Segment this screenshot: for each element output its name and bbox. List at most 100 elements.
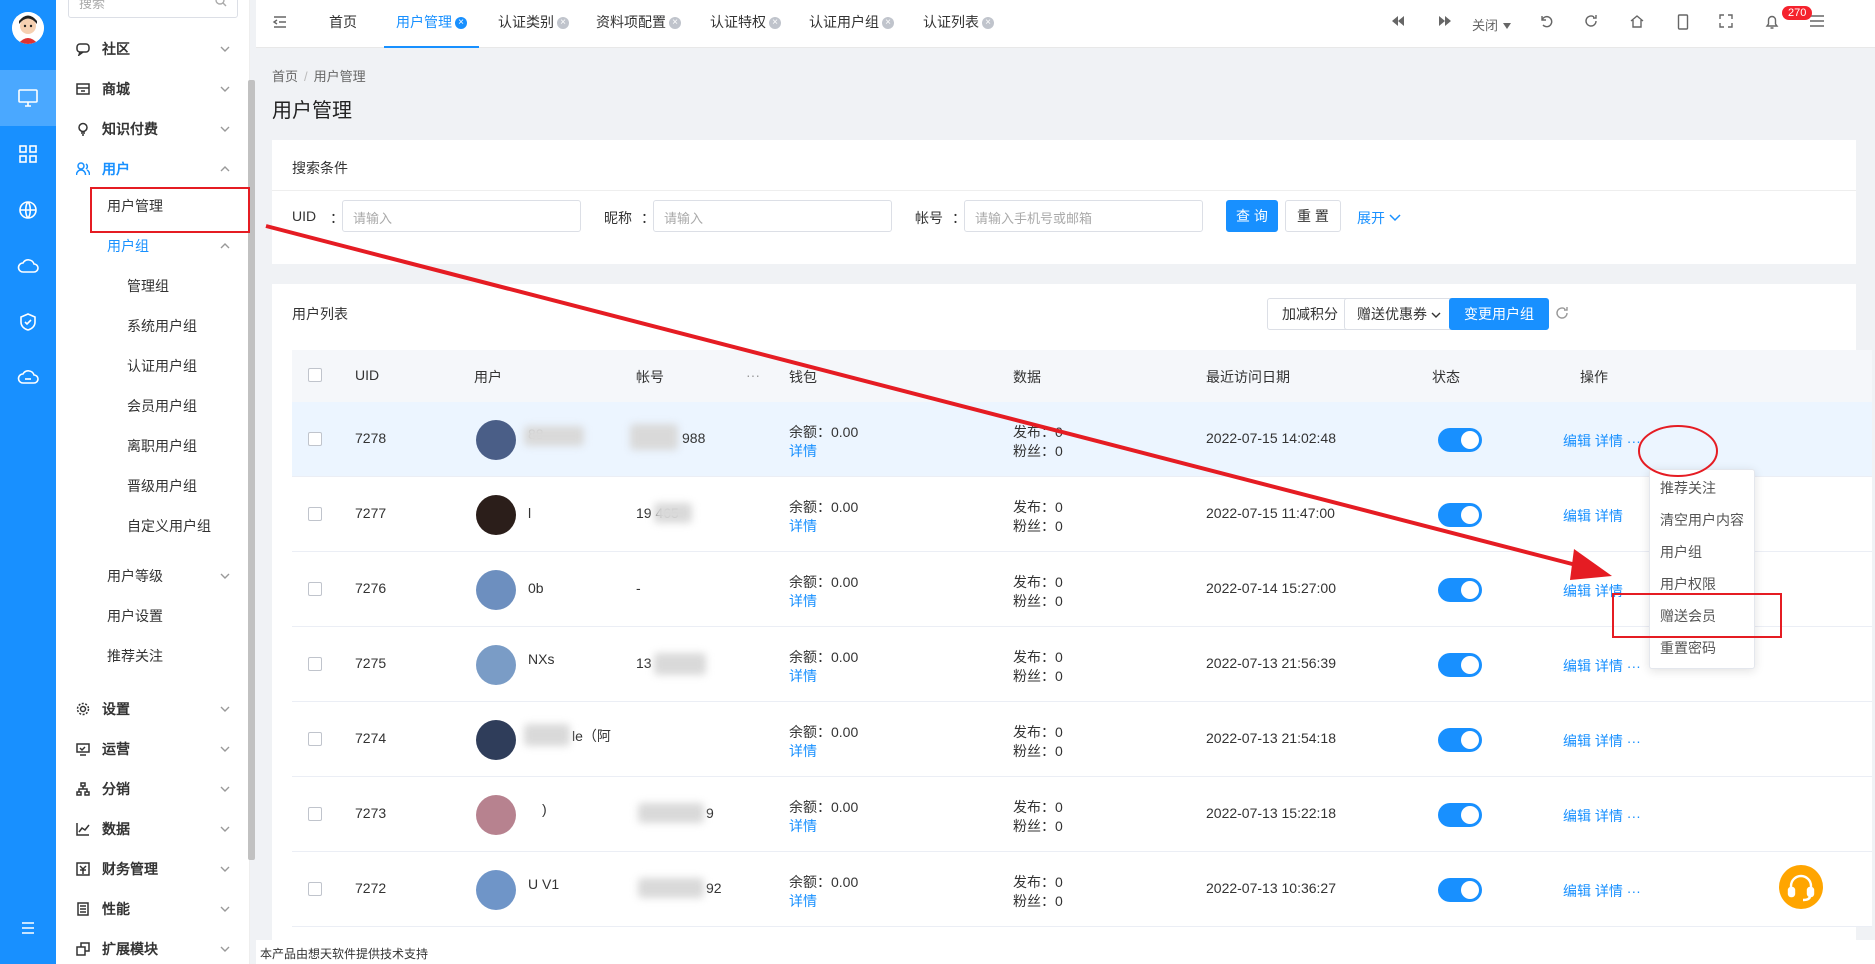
tab-verify-privilege[interactable]: 认证特权 × [710,0,781,48]
close-icon[interactable]: × [455,17,467,30]
column-status[interactable]: 状态 [1432,367,1460,387]
user-avatar[interactable] [476,870,516,910]
refresh-icon[interactable] [1584,14,1598,33]
sidebar-item-custom-group[interactable]: 自定义用户组 [56,508,249,544]
cloud-icon[interactable] [0,238,56,294]
sidebar-item-user-group[interactable]: 用户组 [56,228,249,264]
apps-icon[interactable] [0,126,56,182]
menu-group-user[interactable]: 用户 [56,151,249,187]
menu-group-distribution[interactable]: 分销 [56,771,249,807]
column-last-visit[interactable]: 最近访问日期 [1206,367,1290,387]
user-avatar[interactable] [476,495,516,535]
edit-link[interactable]: 编辑 [1563,733,1591,749]
row-user-name[interactable]: U V1 [528,876,559,892]
table-row[interactable]: 7275 NXs 13 余额：0.00 详情 发布：0 粉丝：0 2022-07… [292,627,1872,702]
column-user[interactable]: 用户 [474,367,502,387]
status-toggle[interactable] [1438,578,1482,602]
home-icon[interactable] [1630,14,1644,33]
query-button[interactable]: 查 询 [1226,200,1278,232]
row-checkbox[interactable] [308,432,322,446]
bell-icon[interactable] [1765,14,1779,35]
tab-verify-category[interactable]: 认证类别 × [498,0,569,48]
tab-verify-user-group[interactable]: 认证用户组 × [809,0,894,48]
details-link[interactable]: 详情 [1595,733,1623,749]
menu-group-shop[interactable]: 商城 [56,71,249,107]
menu-group-community[interactable]: 社区 [56,31,249,67]
expand-link[interactable]: 展开 [1357,208,1401,228]
column-data[interactable]: 数据 [1013,367,1041,387]
status-toggle[interactable] [1438,728,1482,752]
sidebar-item-user-settings[interactable]: 用户设置 [56,598,249,634]
sidebar-item-admin-group[interactable]: 管理组 [56,268,249,304]
close-icon[interactable]: × [669,17,681,30]
shield-icon[interactable] [0,294,56,350]
status-toggle[interactable] [1438,428,1482,452]
user-avatar[interactable] [476,720,516,760]
status-toggle[interactable] [1438,803,1482,827]
close-tabs-dropdown[interactable]: 关闭 [1472,15,1512,34]
status-toggle[interactable] [1438,503,1482,527]
row-wallet-details-link[interactable]: 详情 [789,666,817,686]
table-row[interactable]: 7273 ) 9 余额：0.00 详情 发布：0 粉丝：0 2022-07-13… [292,777,1872,852]
row-wallet-details-link[interactable]: 详情 [789,891,817,911]
sidebar-item-resigned-group[interactable]: 离职用户组 [56,428,249,464]
user-avatar[interactable] [476,795,516,835]
scroll-right-icon[interactable] [1438,14,1452,33]
user-avatar[interactable] [476,570,516,610]
reset-button[interactable]: 重 置 [1285,200,1341,232]
more-actions-button[interactable]: ··· [1627,658,1641,674]
sidebar-item-system-group[interactable]: 系统用户组 [56,308,249,344]
row-checkbox[interactable] [308,507,322,521]
more-actions-button[interactable]: ··· [1627,733,1641,749]
menu-group-operations[interactable]: 运营 [56,731,249,767]
account-input[interactable]: 请输入手机号或邮箱 [964,200,1203,232]
menu-group-settings[interactable]: 设置 [56,691,249,727]
row-user-name[interactable]: ) [542,801,547,817]
menu-group-finance[interactable]: 财务管理 [56,851,249,887]
user-avatar[interactable] [476,645,516,685]
details-link[interactable]: 详情 [1595,508,1623,524]
details-link[interactable]: 详情 [1595,883,1623,899]
table-row[interactable]: 7278 88 988 余额：0.00 详情 发布：0 粉丝：0 2022-07… [292,402,1872,477]
more-menu-icon[interactable] [1809,14,1825,33]
row-user-name[interactable]: 0b [528,580,544,596]
more-actions-button[interactable]: ··· [1627,808,1641,824]
tab-verify-list[interactable]: 认证列表 × [923,0,994,48]
admin-avatar[interactable] [12,12,44,44]
row-wallet-details-link[interactable]: 详情 [789,441,817,461]
user-avatar[interactable] [476,420,516,460]
mobile-icon[interactable] [1677,14,1689,35]
close-icon[interactable]: × [769,17,781,30]
row-checkbox[interactable] [308,807,322,821]
close-icon[interactable]: × [982,17,994,30]
tab-home[interactable]: 首页 [329,0,357,48]
more-actions-button[interactable]: ··· [1627,883,1641,899]
row-wallet-details-link[interactable]: 详情 [789,741,817,761]
tab-user-manage[interactable]: 用户管理 × [384,0,479,48]
menu-group-extension[interactable]: 扩展模块 [56,931,249,964]
row-user-name[interactable]: NXs [528,651,554,667]
sidebar-item-user-level[interactable]: 用户等级 [56,558,249,594]
row-wallet-details-link[interactable]: 详情 [789,816,817,836]
column-uid[interactable]: UID [355,367,379,383]
menu-search-input[interactable]: 搜索 [68,0,238,18]
menu-group-knowledge[interactable]: 知识付费 [56,111,249,147]
desktop-icon[interactable] [0,70,56,126]
row-user-name[interactable]: le（阿 [572,726,611,746]
globe-icon[interactable] [0,182,56,238]
edit-link[interactable]: 编辑 [1563,883,1591,899]
menu-item-user-group[interactable]: 用户组 [1660,542,1702,562]
sidebar-item-member-group[interactable]: 会员用户组 [56,388,249,424]
refresh-icon[interactable] [1555,306,1569,323]
uid-input[interactable]: 请输入 [342,200,581,232]
row-wallet-details-link[interactable]: 详情 [789,516,817,536]
cloud-server-icon[interactable] [0,350,56,406]
column-actions[interactable]: 操作 [1580,367,1608,387]
adjust-points-button[interactable]: 加减积分 [1267,298,1353,330]
nickname-input[interactable]: 请输入 [653,200,892,232]
row-checkbox[interactable] [308,657,322,671]
status-toggle[interactable] [1438,653,1482,677]
menu-fold-icon[interactable] [272,14,288,35]
row-checkbox[interactable] [308,582,322,596]
fullscreen-icon[interactable] [1719,14,1733,33]
